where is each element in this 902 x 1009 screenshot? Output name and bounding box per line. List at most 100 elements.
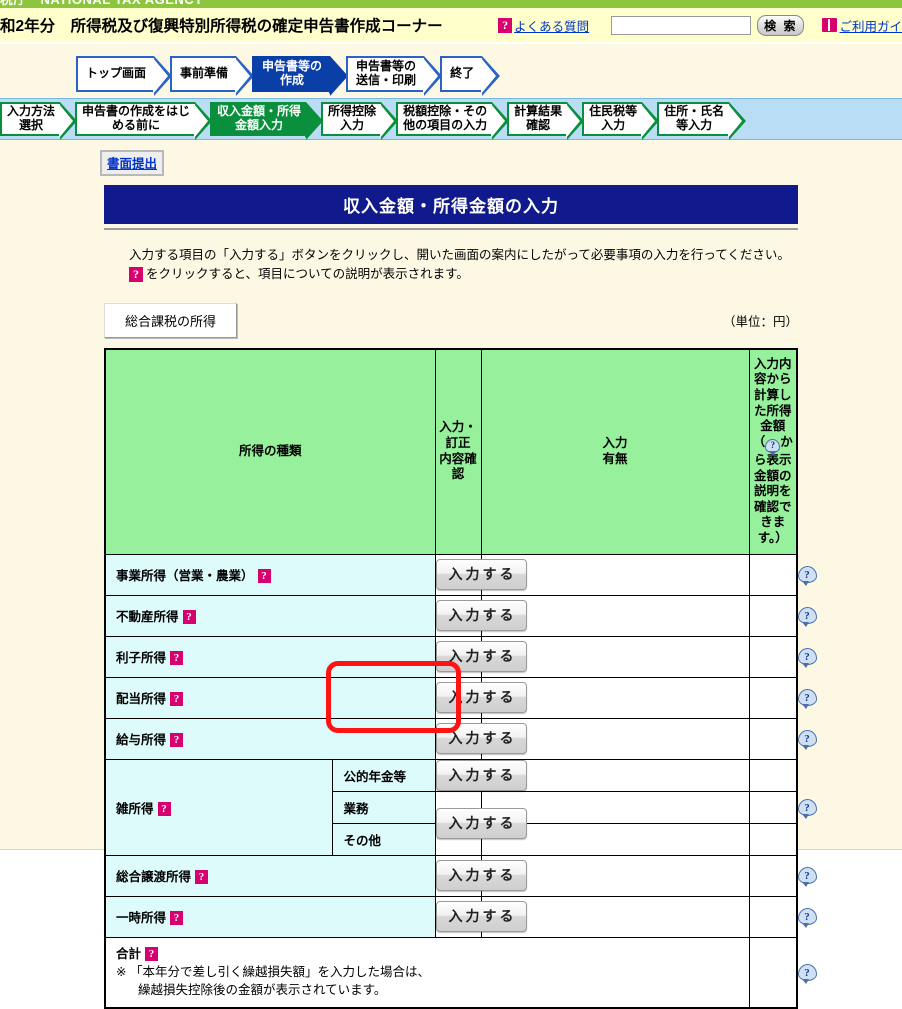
- help-question-icon[interactable]: ?: [170, 733, 183, 748]
- help-question-icon[interactable]: ?: [182, 610, 196, 625]
- help-question-icon[interactable]: ?: [157, 801, 171, 816]
- search-input[interactable]: [611, 15, 752, 35]
- input-button[interactable]: 入力する: [435, 682, 527, 714]
- row-input-button-cell: 入力する: [434, 676, 527, 719]
- substep-address-name[interactable]: 住所・氏名 等入力: [657, 102, 747, 140]
- misc-income-label-cell: 雑所得?: [104, 758, 334, 856]
- unit-label: （単位：円）: [722, 314, 798, 329]
- step-label: 申告書等の 作成: [262, 59, 323, 87]
- row-label-cell: 総合譲渡所得?: [104, 854, 436, 897]
- substep-label: 住民税等 入力: [589, 104, 638, 132]
- sub-step-breadcrumb: 入力方法 選択 申告書の作成をはじ める前に 収入金額・所得 金額入力 所得控除 入力 …: [0, 98, 902, 140]
- row-label-cell: 事業所得（営業・農業）?: [104, 553, 436, 596]
- help-bubble-icon[interactable]: ?: [797, 867, 817, 888]
- row-input-button-cell: 入力する: [434, 895, 527, 938]
- substep-deductions[interactable]: 所得控除 入力: [321, 102, 399, 140]
- header-utilities: ? よくある質問 検 索 ご利用ガイ: [498, 14, 902, 36]
- title-divider: [104, 228, 798, 230]
- input-button[interactable]: 入力する: [435, 559, 527, 591]
- input-button[interactable]: 入力する: [435, 860, 527, 892]
- row-label-cell: 不動産所得?: [104, 594, 436, 637]
- step-send-print[interactable]: 申告書等の 送信・印刷: [346, 56, 443, 96]
- help-bubble-icon[interactable]: ?: [797, 566, 817, 587]
- faq-link-label[interactable]: よくある質問: [514, 16, 589, 35]
- misc-income-input-button[interactable]: 入力する: [435, 807, 527, 839]
- total-note-line-1: 「本年分で差し引く繰越損失額」を入力した場合は、: [129, 964, 430, 979]
- instruction-line-2: をクリックすると、項目についての説明が表示されます。: [146, 267, 469, 282]
- paper-submission-tag[interactable]: 書面提出: [100, 150, 165, 176]
- instruction-line-2-wrap: ? をクリックすると、項目についての説明が表示されます。: [129, 265, 801, 284]
- table-row-interest-income: 利子所得? 入力する ?: [104, 635, 817, 678]
- row-input-button-cell: 入力する: [434, 594, 527, 637]
- header-amount-l1: 入力内容から計算した所得金額: [753, 356, 792, 434]
- help-question-icon[interactable]: ?: [170, 911, 183, 926]
- row-label: 不動産所得: [115, 610, 179, 625]
- agency-banner-text: 税庁 NATIONAL TAX AGENCY: [0, 0, 203, 8]
- header-input-confirm: 入力・訂正 内容確認: [434, 348, 482, 555]
- input-button[interactable]: 入力する: [435, 600, 527, 632]
- row-label-cell: 配当所得?: [104, 676, 436, 719]
- row-label-cell: 一時所得?: [104, 895, 436, 938]
- help-question-icon[interactable]: ?: [257, 569, 271, 584]
- help-question-icon[interactable]: ?: [170, 651, 183, 666]
- step-label: 終了: [450, 66, 475, 81]
- help-bubble-icon[interactable]: ?: [797, 798, 817, 819]
- row-label: 雑所得: [115, 801, 154, 816]
- row-amount-cell: [748, 854, 798, 897]
- help-question-icon[interactable]: ?: [170, 692, 183, 707]
- header-has-input: 入力 有無: [480, 348, 750, 555]
- user-guide-link[interactable]: ご利用ガイ: [822, 16, 902, 35]
- step-label: 事前準備: [180, 66, 229, 81]
- user-guide-label[interactable]: ご利用ガイ: [839, 16, 902, 35]
- substep-label: 計算結果 確認: [514, 104, 563, 132]
- substep-tax-credits[interactable]: 税額控除・その 他の項目の入力: [396, 102, 510, 140]
- header-calculated-amount: 入力内容から計算した所得金額 （? から表示金額の説明を確認できます。）: [748, 348, 798, 555]
- misc-merged-button-cell: 入力する: [434, 790, 527, 856]
- faq-link[interactable]: ? よくある質問: [498, 16, 589, 35]
- instruction-line-1: 入力する項目の「入力する」ボタンをクリックし、開いた画面の案内にしたがって必要事…: [129, 248, 790, 262]
- input-button[interactable]: 入力する: [435, 901, 527, 933]
- row-amount-cell: [748, 635, 798, 678]
- misc-sub-label-pension: 公的年金等: [332, 758, 436, 792]
- row-input-button-cell: 入力する: [434, 717, 527, 760]
- header-amount-l2: （? から表示金額の説明を確認できます。）: [752, 435, 795, 547]
- help-bubble-icon[interactable]: ?: [797, 730, 817, 751]
- misc-pension-button-cell: 入力する: [434, 758, 527, 792]
- header-input-confirm-l1: 入力・訂正: [439, 420, 477, 451]
- header-income-kind: 所得の種類: [104, 348, 436, 555]
- help-question-icon[interactable]: ?: [145, 946, 158, 961]
- step-top-screen[interactable]: トップ画面: [76, 56, 173, 96]
- step-create-return[interactable]: 申告書等の 作成: [252, 56, 349, 96]
- step-preparation[interactable]: 事前準備: [170, 56, 255, 96]
- help-bubble-icon[interactable]: ?: [797, 607, 817, 628]
- aggregate-taxation-income-button[interactable]: 総合課税の所得: [104, 302, 238, 338]
- table-row-salary-income: 給与所得? 入力する ?: [104, 717, 817, 760]
- help-bubble-icon[interactable]: ?: [797, 908, 817, 929]
- header-has-input-l2: 有無: [602, 451, 628, 466]
- row-amount-cell: [748, 717, 798, 760]
- row-label: 事業所得（営業・農業）: [115, 569, 254, 584]
- help-bubble-icon[interactable]: ?: [797, 648, 817, 669]
- substep-label: 収入金額・所得 金額入力: [217, 104, 302, 132]
- total-label: 合計: [115, 946, 141, 961]
- question-badge-icon: ?: [129, 267, 143, 283]
- input-button[interactable]: 入力する: [435, 641, 527, 673]
- substep-income-input[interactable]: 収入金額・所得 金額入力: [210, 102, 324, 140]
- substep-before-start[interactable]: 申告書の作成をはじ める前に: [75, 102, 213, 140]
- step-finish[interactable]: 終了: [440, 56, 501, 96]
- substep-resident-tax[interactable]: 住民税等 入力: [582, 102, 660, 140]
- row-amount-cell: [748, 895, 798, 938]
- search-button[interactable]: 検 索: [757, 14, 805, 36]
- substep-input-method[interactable]: 入力方法 選択: [0, 102, 78, 140]
- header-input-confirm-l2: 内容確認: [439, 451, 477, 482]
- row-label: 一時所得: [115, 911, 166, 926]
- substep-calc-result[interactable]: 計算結果 確認: [507, 102, 585, 140]
- input-button[interactable]: 入力する: [435, 723, 527, 755]
- page-body: トップ画面 事前準備 申告書等の 作成 申告書等の 送信・印刷 終了 入力方法 選択 …: [0, 44, 902, 1009]
- input-button[interactable]: 入力する: [435, 759, 527, 791]
- help-bubble-icon[interactable]: ?: [797, 963, 817, 984]
- row-label: 利子所得: [115, 651, 166, 666]
- row-input-button-cell: 入力する: [434, 635, 527, 678]
- help-question-icon[interactable]: ?: [195, 870, 208, 885]
- help-bubble-icon[interactable]: ?: [797, 689, 817, 710]
